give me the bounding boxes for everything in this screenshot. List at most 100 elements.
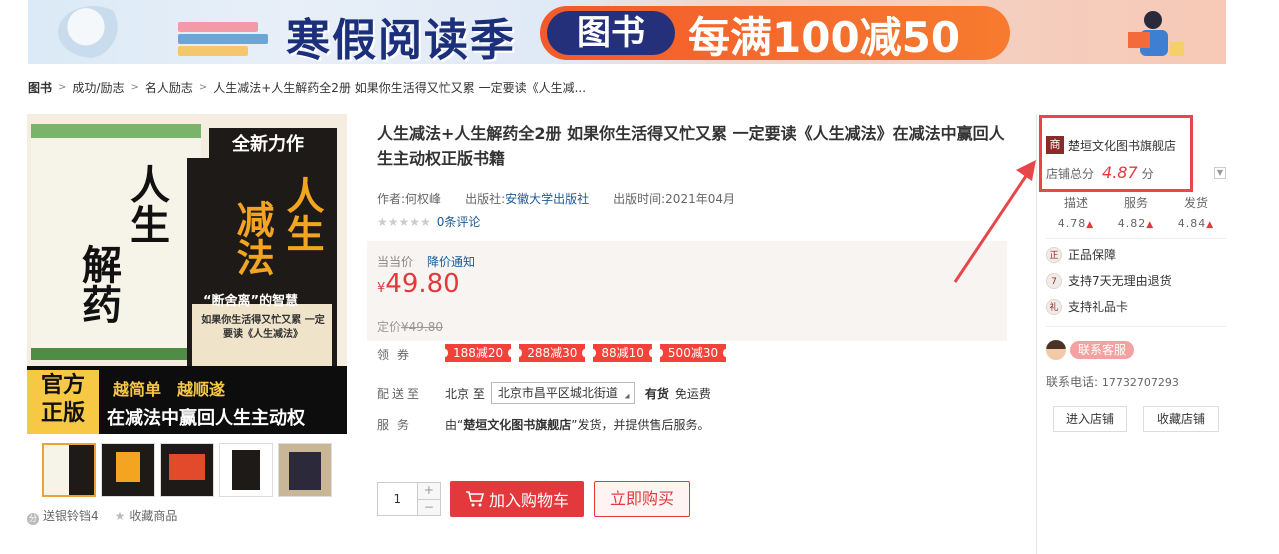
product-title: 人生减法+人生解药全2册 如果你生活得又忙又累 一定要读《人生减法》在减法中赢回… <box>377 124 1005 168</box>
thumbnail-3[interactable] <box>160 443 214 497</box>
coupon-chip[interactable]: 500减30 <box>656 344 730 362</box>
cover-official: 官方正版 <box>40 373 85 426</box>
guarantee-item: 正 正品保障 <box>1046 246 1116 263</box>
guarantee-label: 支持礼品卡 <box>1068 300 1129 314</box>
breadcrumb-item-current: 人生减法+人生解药全2册 如果你生活得又忙又累 一定要读《人生减... <box>213 80 587 95</box>
reviews-link[interactable]: 0条评论 <box>437 213 481 230</box>
guarantee-item: 礼 支持礼品卡 <box>1046 298 1128 315</box>
banner-decoration <box>58 6 128 58</box>
quantity-increase-button[interactable]: + <box>417 483 440 499</box>
gift-card-icon: 礼 <box>1046 298 1062 315</box>
thumbnail-1[interactable] <box>42 443 96 497</box>
cover-slogan-3: 在减法中赢回人生主动权 <box>107 408 305 429</box>
coupon-chip[interactable]: 188减20 <box>441 344 515 362</box>
banner-promo-text: 每满100减50 <box>688 13 961 62</box>
reader-illustration <box>1128 11 1184 56</box>
genuine-icon: 正 <box>1046 246 1062 263</box>
chevron-down-icon[interactable]: ▼ <box>1214 167 1226 179</box>
favorite-label: 收藏商品 <box>129 509 178 523</box>
coupon-label: 领券 <box>377 348 418 362</box>
cover-slogan-2: 越顺遂 <box>177 380 226 399</box>
add-to-cart-button[interactable]: 加入购物车 <box>450 481 584 517</box>
enter-store-button[interactable]: 进入店铺 <box>1053 406 1127 432</box>
customer-service-link[interactable]: 联系客服 <box>1046 340 1135 360</box>
customer-service-avatar-icon <box>1046 340 1066 360</box>
guarantee-label: 支持7天无理由退货 <box>1068 274 1172 288</box>
phone-label: 联系电话: <box>1046 375 1099 389</box>
arrow-up-icon: ▲ <box>1206 220 1215 230</box>
subscore-item: 服务 4.82▲ <box>1106 194 1166 230</box>
quantity-decrease-button[interactable]: − <box>417 498 440 515</box>
current-price: ¥49.80 <box>377 269 460 299</box>
stock-status: 有货 <box>644 386 669 401</box>
coupon-chip[interactable]: 288减30 <box>516 344 589 362</box>
arrow-up-icon: ▲ <box>1086 220 1095 230</box>
subscore-label: 发货 <box>1183 196 1208 210</box>
cover-badge: 全新力作 <box>232 134 304 155</box>
store-score-label: 店铺总分 <box>1046 167 1095 181</box>
price-drop-notice-link[interactable]: 降价通知 <box>427 253 475 270</box>
breadcrumb: 图书 > 成功/励志 > 名人励志 > 人生减法+人生解药全2册 如果你生活得又… <box>28 78 586 96</box>
coupon-chip[interactable]: 88减10 <box>590 344 655 362</box>
quantity-steps: + − <box>416 483 440 515</box>
store-panel-divider <box>1036 114 1037 554</box>
subscore-value: 4.82 <box>1117 217 1147 230</box>
chevron-right-icon: > <box>58 81 67 93</box>
bell-icon: 分 <box>27 513 39 525</box>
delivery-row: 北京 至 北京市昌平区城北街道 有货 免运费 <box>445 382 711 404</box>
promo-banner[interactable]: 寒假阅读季 图书 每满100减50 <box>28 0 1226 64</box>
buy-now-button[interactable]: 立即购买 <box>594 481 690 517</box>
rating-stars: ★★★★★ <box>377 214 431 229</box>
add-to-cart-label: 加入购物车 <box>488 491 569 510</box>
banner-title: 寒假阅读季 <box>286 15 516 64</box>
chevron-right-icon: > <box>198 81 208 93</box>
cover-left-title-2: 解药 <box>75 244 121 324</box>
author-info: 作者:何权峰 <box>377 190 441 207</box>
cover-right-subtitle: 如果你生活得又忙又累 一定要读《人生减法》 <box>201 315 325 340</box>
cart-icon <box>465 491 485 507</box>
price-value: 49.80 <box>385 269 460 299</box>
arrow-up-icon: ▲ <box>1146 220 1155 230</box>
shipping-fee: 免运费 <box>674 386 711 401</box>
orig-price-value: ¥49.80 <box>401 320 444 334</box>
store-name[interactable]: 楚垣文化图书旗舰店 <box>1068 137 1176 154</box>
share-label: 送银铃铛4 <box>43 509 99 523</box>
share-action[interactable]: 分送银铃铛4 <box>27 507 99 525</box>
service-store-link[interactable]: 楚垣文化图书旗舰店 <box>463 418 571 432</box>
subscore-item: 发货 4.84▲ <box>1166 194 1226 230</box>
cover-right-title-1: 人生 <box>280 176 324 252</box>
thumbnail-4[interactable] <box>219 443 273 497</box>
divider <box>1046 238 1226 239</box>
address-select[interactable]: 北京市昌平区城北街道 <box>490 382 635 404</box>
breadcrumb-item[interactable]: 成功/励志 <box>72 79 124 96</box>
pubdate-info: 出版时间:2021年04月 <box>613 190 735 207</box>
publisher-link[interactable]: 安徽大学出版社 <box>505 192 589 206</box>
quantity-input[interactable]: 1 <box>378 483 417 515</box>
price-label: 当当价 <box>377 255 414 269</box>
cover-quote: “断舍离”的智慧 <box>203 294 299 309</box>
favorite-store-button[interactable]: 收藏店铺 <box>1143 406 1219 432</box>
thumbnail-2[interactable] <box>101 443 155 497</box>
cover-right-title-2: 减法 <box>230 200 274 276</box>
star-icon: ★ <box>114 509 126 523</box>
chevron-right-icon: > <box>130 81 139 93</box>
subscore-label: 描述 <box>1063 196 1088 210</box>
breadcrumb-root[interactable]: 图书 <box>28 79 52 96</box>
author-link[interactable]: 何权峰 <box>405 192 441 206</box>
product-main-image[interactable]: 全新力作 人生 解药 人生 减法 “断舍离”的智慧 如果你生活得又忙又累 一定要… <box>27 114 347 434</box>
subscore-value: 4.84 <box>1177 217 1207 230</box>
orig-price-label: 定价 <box>377 320 402 334</box>
guarantee-item: 7 支持7天无理由退货 <box>1046 272 1172 289</box>
service-post: ”发货，并提供售后服务。 <box>571 418 710 432</box>
breadcrumb-item[interactable]: 名人励志 <box>145 79 193 96</box>
service-info: 由“楚垣文化图书旗舰店”发货，并提供售后服务。 <box>445 416 709 433</box>
subscore-item: 描述 4.78▲ <box>1046 194 1106 230</box>
service-pre: 由“ <box>445 418 464 432</box>
thumbnail-5[interactable] <box>278 443 332 497</box>
pubdate-value: 2021年04月 <box>665 192 735 206</box>
thumbnail-strip <box>42 443 332 497</box>
coupon-list: 188减20 288减30 88减10 500减30 <box>441 344 730 362</box>
favorite-product-action[interactable]: ★ 收藏商品 <box>115 507 178 525</box>
delivery-label: 配送至 <box>377 387 423 401</box>
store-name-row[interactable]: 商 楚垣文化图书旗舰店 <box>1046 136 1176 154</box>
